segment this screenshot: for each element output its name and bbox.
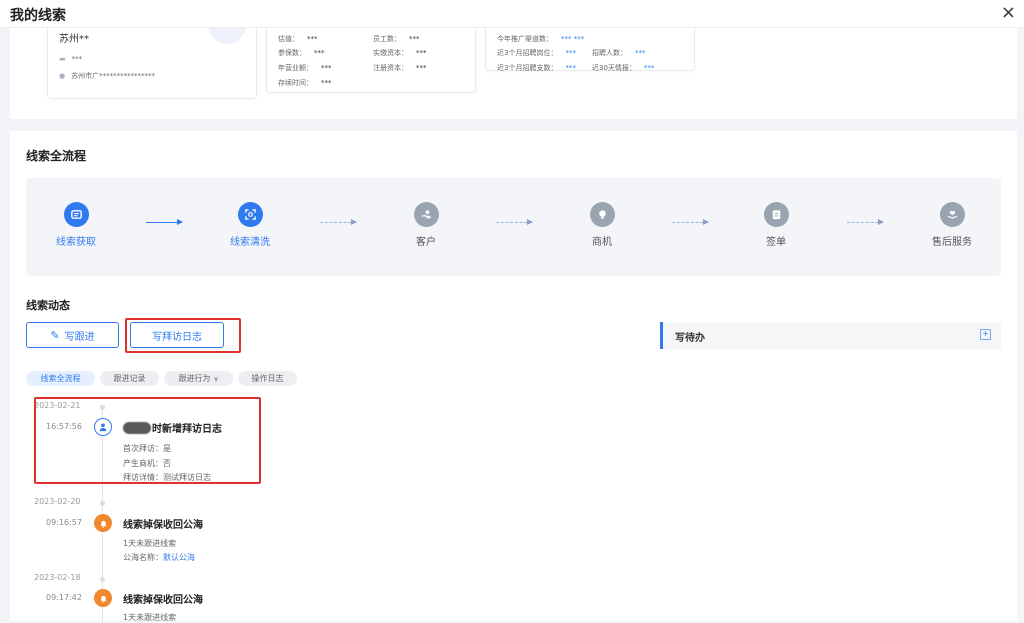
chevron-down-icon: ∨	[213, 374, 219, 383]
flow-arrow	[320, 219, 357, 225]
dialog-title: 我的线索	[10, 8, 66, 24]
timeline-time: 09:17:42	[46, 593, 82, 602]
step-label: 线索获取	[56, 237, 96, 248]
filter-tab-follow[interactable]: 跟进记录	[100, 371, 159, 386]
clipboard-icon	[763, 202, 789, 227]
phone-value: ***	[71, 55, 83, 63]
lead-process-panel: 线索全流程 线索获取 线索清洗 客户 商机 签单 售后服务 线索动态 ✎ 写跟进…	[10, 131, 1017, 622]
step-label: 客户	[416, 237, 436, 248]
kv-paid-capital: 实缴资本： ***	[373, 49, 427, 57]
kv-employees: 员工数： ***	[373, 35, 420, 43]
public-pool-link[interactable]: 默认公海	[163, 553, 195, 562]
flow-arrow	[496, 219, 533, 225]
step-lead-clean[interactable]: 线索清洗	[200, 202, 300, 248]
step-contract[interactable]: 签单	[726, 202, 826, 248]
phone-row: ▬ ***	[59, 55, 82, 63]
timeline-title: 线索掉保收回公海	[123, 595, 203, 606]
kv-revenue: 年营业额： ***	[278, 64, 332, 72]
timeline-date: 2023-02-20	[34, 497, 81, 506]
location-icon: ●	[59, 72, 66, 80]
todo-panel: 写待办 +	[660, 322, 1001, 349]
flow-arrow	[146, 219, 183, 225]
timeline-dot	[100, 501, 105, 506]
phone-icon: ▬	[59, 55, 66, 63]
timeline-detail: 公海名称：默认公海	[123, 553, 195, 562]
step-label: 线索清洗	[230, 237, 270, 248]
company-name: 苏州**	[59, 34, 89, 45]
filter-tab-operations[interactable]: 操作日志	[238, 371, 297, 386]
kv-insured: 参保数： ***	[278, 49, 325, 57]
address-value: 苏州市广****************	[71, 72, 156, 80]
avatar	[208, 28, 246, 44]
step-customer[interactable]: 客户	[376, 202, 476, 248]
kv-recruit-spend: 近3个月招聘支数： ***	[497, 64, 576, 72]
timeline-title: 线索掉保收回公海	[123, 520, 203, 531]
kv-valuation: 估值： ***	[278, 35, 318, 43]
timeline-detail: 1天未跟进线索	[123, 613, 177, 622]
step-label: 签单	[766, 237, 786, 248]
kv-hires: 招聘人数： ***	[592, 49, 646, 57]
close-icon[interactable]: ×	[1001, 2, 1016, 23]
activity-title: 线索动态	[26, 299, 70, 312]
step-label: 售后服务	[932, 237, 972, 248]
flow-arrow	[672, 219, 709, 225]
heart-hand-icon	[939, 202, 965, 227]
timeline-detail: 1天未跟进线索	[123, 539, 177, 548]
lightbulb-icon	[589, 202, 615, 227]
process-flow: 线索获取 线索清洗 客户 商机 签单 售后服务	[26, 178, 1001, 276]
write-follow-button[interactable]: ✎ 写跟进	[26, 322, 119, 348]
recruit-card: 今年推广渠道数： *** *** 近3个月招聘岗位： *** 招聘人数： *** 近3…	[485, 28, 695, 72]
process-title: 线索全流程	[26, 149, 87, 163]
highlight-box	[34, 397, 261, 484]
scan-icon	[237, 202, 263, 227]
finance-card: 估值： *** 员工数： *** 参保数： *** 实缴资本： *** 年营业额： ***…	[266, 28, 476, 93]
kv-channels: 今年推广渠道数： *** ***	[497, 35, 585, 43]
company-info-panel: 苏州** ▬ *** ● 苏州市广**************** 估值： *** 员…	[10, 28, 1017, 119]
step-lead-acquire[interactable]: 线索获取	[26, 202, 126, 248]
company-card: 苏州** ▬ *** ● 苏州市广****************	[47, 28, 257, 99]
bell-icon	[94, 514, 112, 532]
timeline-dot	[100, 577, 105, 582]
address-row: ● 苏州市广****************	[59, 71, 155, 81]
todo-title: 写待办	[675, 333, 705, 344]
kv-duration: 存续时间： ***	[278, 79, 332, 87]
filter-tab-behavior[interactable]: 跟进行为 ∨	[164, 371, 233, 386]
kv-positions: 近3个月招聘岗位： ***	[497, 49, 576, 57]
step-opportunity[interactable]: 商机	[552, 202, 652, 248]
hand-icon	[413, 202, 439, 227]
ticket-icon	[63, 202, 89, 227]
highlight-box	[125, 318, 241, 353]
kv-intel: 近30天情报： ***	[592, 64, 655, 72]
add-todo-icon[interactable]: +	[980, 329, 991, 340]
dialog-header: 我的线索 ×	[0, 0, 1024, 28]
bell-icon	[94, 589, 112, 607]
timeline-date: 2023-02-18	[34, 573, 81, 582]
step-label: 商机	[592, 237, 612, 248]
timeline-time: 09:16:57	[46, 518, 82, 527]
kv-registered-capital: 注册资本： ***	[373, 64, 427, 72]
flow-arrow	[847, 219, 884, 225]
pen-icon: ✎	[50, 328, 60, 342]
step-after-sales[interactable]: 售后服务	[902, 202, 1002, 248]
filter-tab-all[interactable]: 线索全流程	[26, 371, 95, 386]
